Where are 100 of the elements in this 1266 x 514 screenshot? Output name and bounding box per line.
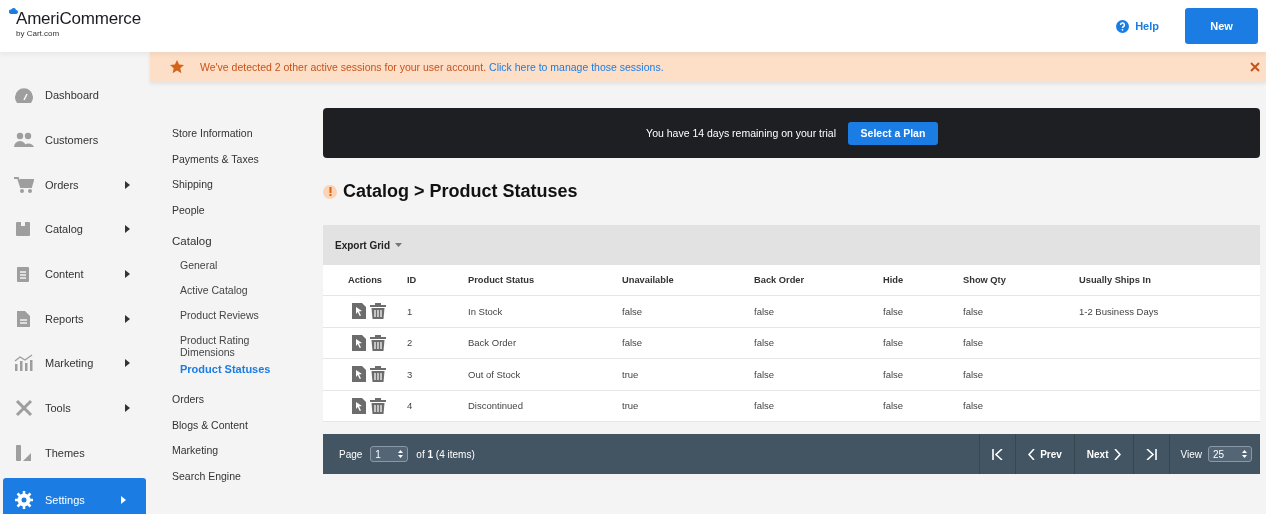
column-header[interactable]: Unavailable: [622, 275, 754, 285]
edit-icon[interactable]: [352, 397, 366, 414]
subnav-item[interactable]: Marketing: [172, 444, 323, 470]
view-label: View: [1168, 434, 1202, 474]
caret-icon: [125, 314, 130, 323]
subnav-item[interactable]: Product Rating Dimensions: [172, 334, 280, 359]
nav-item[interactable]: Catalog: [0, 206, 150, 252]
table-cell-text: 2: [407, 337, 414, 349]
caret-icon: [395, 243, 402, 247]
subnav-item[interactable]: Product Statuses: [172, 363, 280, 388]
table-cell-text: false: [754, 368, 776, 380]
caret-icon: [125, 269, 130, 278]
table-cell-text: false: [622, 305, 644, 317]
new-button[interactable]: New: [1185, 8, 1258, 44]
next-button[interactable]: Next: [1073, 434, 1133, 474]
trash-icon[interactable]: [370, 334, 386, 351]
trash-icon[interactable]: [370, 303, 386, 320]
table-cell-text: false: [963, 337, 985, 349]
settings-icon: [14, 491, 34, 510]
subnav-item[interactable]: Product Reviews: [172, 309, 280, 334]
subnav-item[interactable]: General: [172, 259, 280, 284]
trial-text: You have 14 days remaining on your trial: [646, 127, 836, 139]
table-cell-text: 1: [407, 305, 414, 317]
trash-icon[interactable]: [370, 397, 386, 414]
column-header[interactable]: Usually Ships In: [1079, 275, 1260, 285]
edit-icon[interactable]: [352, 334, 366, 351]
subnav-item[interactable]: People: [172, 203, 323, 229]
table-cell-text: false: [883, 337, 905, 349]
caret-icon: [121, 496, 126, 505]
star-icon: [170, 60, 184, 74]
select-plan-button[interactable]: Select a Plan: [848, 121, 938, 145]
chevron-right-icon: [1113, 448, 1121, 460]
subnav-item[interactable]: Payments & Taxes: [172, 152, 323, 178]
edit-icon[interactable]: [352, 366, 366, 383]
chevron-left-icon: [1028, 448, 1036, 460]
tools-icon: [14, 398, 34, 417]
edit-icon[interactable]: [352, 303, 366, 320]
help-link[interactable]: Help: [1116, 19, 1159, 33]
dashboard-icon: [14, 86, 34, 105]
spinner-icon: [1242, 450, 1247, 458]
subnav-item[interactable]: Store Information: [172, 127, 323, 153]
chart-icon: [14, 354, 34, 373]
table-cell-text: false: [754, 400, 776, 412]
spinner-icon: [398, 450, 404, 458]
page-label: Page: [339, 448, 363, 460]
caret-icon: [125, 403, 130, 412]
themes-icon: [14, 443, 34, 462]
table-cell-text: Discontinued: [468, 400, 524, 412]
prev-button[interactable]: Prev: [1015, 434, 1074, 474]
table-cell-text: 1-2 Business Days: [1079, 305, 1160, 317]
people-icon: [14, 131, 34, 149]
subnav-item[interactable]: Shipping: [172, 178, 323, 204]
column-header[interactable]: Actions: [323, 275, 407, 285]
subnav-item[interactable]: Orders: [172, 393, 323, 419]
notice-text: We've detected 2 other active sessions for your user account.: [200, 61, 487, 73]
first-page-icon: [992, 448, 1004, 460]
column-header[interactable]: Product Status: [468, 275, 622, 285]
page-size-select[interactable]: 25: [1208, 446, 1252, 462]
table-cell-text: Back Order: [468, 337, 518, 349]
nav-item[interactable]: Customers: [0, 117, 150, 163]
table-cell-text: In Stock: [468, 305, 504, 317]
column-header[interactable]: ID: [407, 275, 468, 285]
subnav-item[interactable]: Blogs & Content: [172, 418, 323, 444]
cart-icon: [14, 175, 34, 194]
nav-item[interactable]: Dashboard: [0, 73, 150, 118]
caret-icon: [125, 359, 130, 368]
page-select[interactable]: 1: [370, 446, 409, 462]
nav-item[interactable]: Settings: [3, 477, 146, 514]
last-page-icon: [1145, 448, 1157, 460]
table-cell-text: false: [754, 337, 776, 349]
cloud-icon: [9, 6, 18, 15]
table-cell-text: false: [883, 305, 905, 317]
column-header[interactable]: Back Order: [754, 275, 883, 285]
column-header[interactable]: Show Qty: [963, 275, 1079, 285]
nav-item[interactable]: Reports: [0, 296, 150, 341]
warning-icon: [323, 184, 337, 199]
table-cell-text: false: [883, 400, 905, 412]
table-cell-text: false: [963, 368, 985, 380]
table-cell-text: false: [963, 305, 985, 317]
nav-item[interactable]: Marketing: [0, 340, 150, 386]
table-cell-text: false: [754, 305, 776, 317]
table-cell-text: 3: [407, 368, 414, 380]
close-icon[interactable]: [1250, 62, 1260, 72]
caret-icon: [125, 225, 130, 234]
table-cell-text: false: [622, 337, 644, 349]
nav-item[interactable]: Tools: [0, 385, 150, 431]
export-grid-dropdown[interactable]: Export Grid: [335, 239, 402, 251]
column-header[interactable]: Hide: [883, 275, 963, 285]
table-cell-text: Out of Stock: [468, 368, 522, 380]
page-title: Catalog > Product Statuses: [343, 181, 578, 202]
caret-icon: [125, 180, 130, 189]
subnav-item[interactable]: Search Engine: [172, 469, 323, 495]
page-count: of 1 (4 items): [416, 448, 475, 460]
nav-item[interactable]: Themes: [0, 430, 150, 475]
nav-item[interactable]: Content: [0, 251, 150, 297]
nav-item[interactable]: Orders: [0, 162, 150, 207]
table-cell-text: true: [622, 400, 640, 412]
trash-icon[interactable]: [370, 366, 386, 383]
subnav-heading[interactable]: Catalog: [172, 235, 323, 259]
subnav-item[interactable]: Active Catalog: [172, 284, 280, 309]
